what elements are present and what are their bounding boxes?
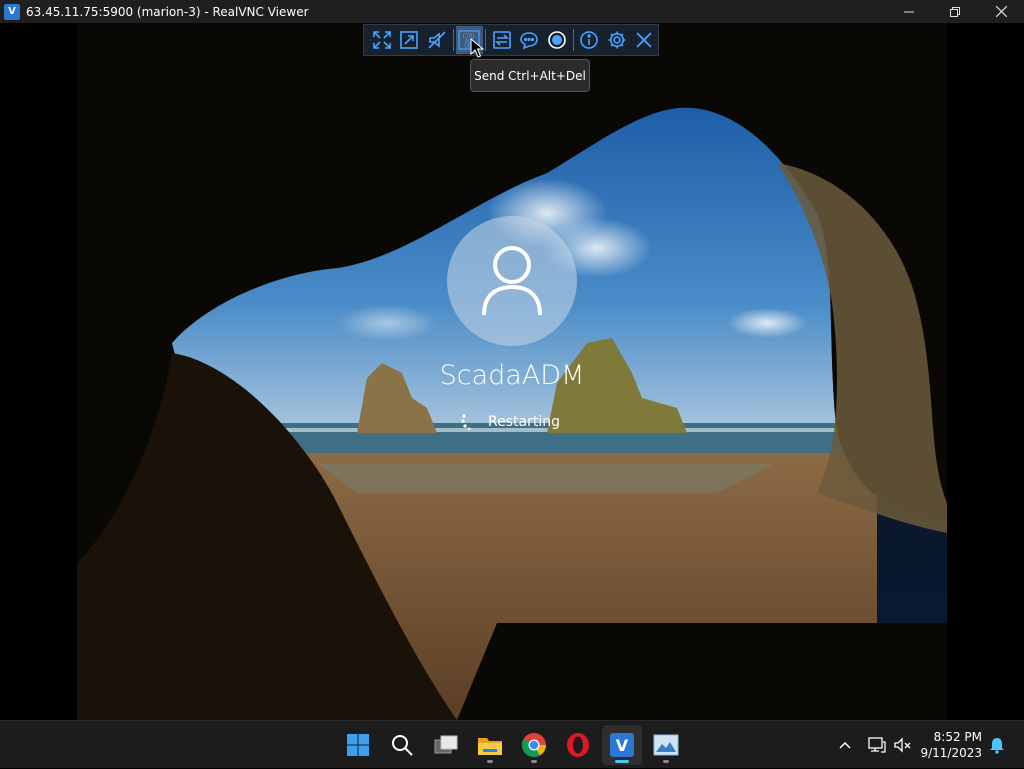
user-avatar: [447, 216, 577, 346]
opera-icon: [567, 733, 589, 757]
audio-muted-icon: [428, 31, 446, 49]
volume-button[interactable]: [892, 721, 914, 769]
full-screen-icon: [372, 31, 391, 49]
realvnc-icon: V: [610, 733, 634, 757]
remote-screen[interactable]: ScadaADM Restarting: [0, 23, 1024, 720]
chat-icon: [520, 32, 539, 50]
close-session-icon: [636, 32, 652, 48]
realvnc-button[interactable]: V: [602, 725, 642, 765]
settings-icon: [608, 31, 626, 49]
status-text: Restarting: [488, 414, 560, 430]
file-transfer-icon: [492, 31, 511, 49]
task-view-button[interactable]: [426, 725, 466, 765]
window-titlebar: V 63.45.11.75:5900 (marion-3) - RealVNC …: [0, 0, 1024, 23]
close-icon: [995, 6, 1007, 17]
info-button[interactable]: [575, 26, 603, 54]
toolbar-separator: [572, 29, 574, 51]
minimize-icon: [904, 11, 914, 12]
chevron-up-icon: [839, 741, 851, 749]
running-indicator: [531, 760, 537, 763]
running-indicator: [615, 760, 629, 763]
network-icon: [868, 737, 886, 753]
task-view-icon: [434, 735, 458, 754]
restart-status: Restarting: [460, 414, 560, 430]
toolbar-separator: [485, 29, 486, 51]
info-icon: [580, 31, 599, 49]
scale-icon: [400, 31, 419, 49]
maximize-icon: [950, 6, 960, 17]
toolbar-separator: [452, 29, 454, 51]
scale-button[interactable]: [396, 26, 424, 54]
notifications-button[interactable]: [986, 721, 1008, 769]
network-button[interactable]: [866, 721, 888, 769]
vnc-toolbar: CTRL ALT DEL: [363, 24, 659, 56]
opera-button[interactable]: [558, 725, 598, 765]
user-icon: [482, 246, 542, 316]
record-button[interactable]: [543, 26, 571, 54]
chrome-button[interactable]: [514, 725, 554, 765]
maximize-button[interactable]: [932, 0, 978, 23]
system-clock[interactable]: 8:52 PM 9/11/2023: [912, 729, 982, 761]
running-indicator: [487, 760, 493, 763]
file-explorer-button[interactable]: [470, 725, 510, 765]
close-session-button[interactable]: [631, 26, 659, 54]
speaker-muted-icon: [894, 737, 911, 753]
audio-button[interactable]: [423, 26, 451, 54]
chat-button[interactable]: [515, 26, 543, 54]
realvnc-icon: V: [4, 3, 20, 20]
file-explorer-icon: [478, 738, 502, 755]
search-icon: [392, 735, 413, 756]
full-screen-button[interactable]: [368, 26, 396, 54]
photos-icon: [653, 734, 679, 756]
window-title: 63.45.11.75:5900 (marion-3) - RealVNC Vi…: [26, 4, 309, 19]
clock-date: 9/11/2023: [920, 746, 982, 760]
close-button[interactable]: [978, 0, 1024, 23]
photos-button[interactable]: [646, 725, 686, 765]
tooltip: Send Ctrl+Alt+Del: [470, 59, 590, 92]
file-transfer-button[interactable]: [488, 26, 516, 54]
record-icon: [547, 31, 566, 49]
username: ScadaADM: [439, 360, 585, 391]
svg-text:V: V: [616, 736, 629, 755]
minimize-button[interactable]: [886, 0, 932, 23]
mouse-cursor-icon: [470, 38, 484, 58]
settings-button[interactable]: [603, 26, 631, 54]
clock-time: 8:52 PM: [933, 730, 982, 744]
notification-bell-icon: [990, 738, 1004, 754]
taskbar: V 8:52 PM 9/11/2023: [0, 720, 1024, 768]
search-button[interactable]: [382, 725, 422, 765]
running-indicator: [663, 760, 669, 763]
loading-spinner-icon: [461, 414, 471, 430]
start-button[interactable]: [338, 725, 378, 765]
chrome-icon: [521, 733, 546, 757]
window-controls: [886, 0, 1024, 23]
windows-start-icon: [347, 734, 369, 756]
show-hidden-icons-button[interactable]: [834, 721, 856, 769]
